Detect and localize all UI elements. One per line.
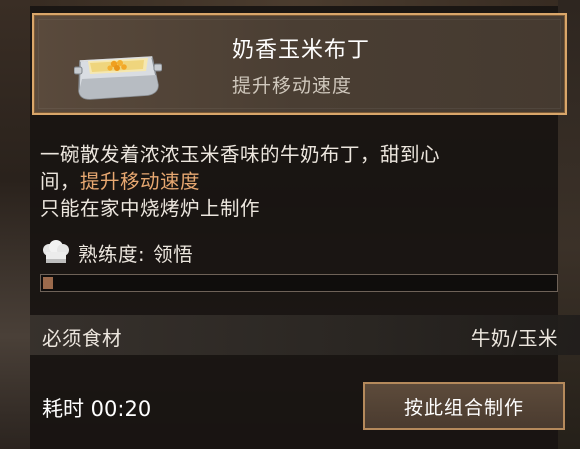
description-line-1: 一碗散发着浓浓玉米香味的牛奶布丁，甜到心 (40, 143, 441, 166)
description-highlight: 提升移动速度 (80, 170, 201, 193)
description-line-2: 间，提升移动速度 (40, 168, 560, 195)
mastery-progress-fill (43, 277, 53, 289)
chef-hat-icon (43, 240, 69, 263)
ingredients-row: 必须食材 牛奶/玉米 (30, 315, 580, 355)
mastery-label: 熟练度: (78, 242, 146, 266)
description-line-2-prefix: 间， (40, 170, 81, 193)
description-line-3: 只能在家中烧烤炉上制作 (40, 197, 261, 220)
ingredients-label: 必须食材 (42, 327, 123, 350)
ingredients-value: 牛奶/玉米 (470, 327, 558, 350)
mastery-row: 熟练度: 领悟 (40, 237, 193, 267)
pudding-dish-icon (74, 56, 162, 100)
mastery-value: 领悟 (153, 242, 194, 266)
background-scene-left (0, 0, 30, 449)
mastery-progress-bar (40, 274, 558, 292)
recipe-effect: 提升移动速度 (232, 75, 353, 97)
recipe-name: 奶香玉米布丁 (232, 38, 371, 63)
recipe-description: 一碗散发着浓浓玉米香味的牛奶布丁，甜到心 间，提升移动速度 只能在家中烧烤炉上制… (40, 141, 560, 222)
panel-top-edge (30, 0, 558, 6)
make-combination-button[interactable]: 按此组合制作 (363, 382, 565, 430)
cook-time: 耗时 00:20 (42, 397, 152, 421)
recipe-card[interactable]: 奶香玉米布丁 提升移动速度 (32, 13, 567, 115)
